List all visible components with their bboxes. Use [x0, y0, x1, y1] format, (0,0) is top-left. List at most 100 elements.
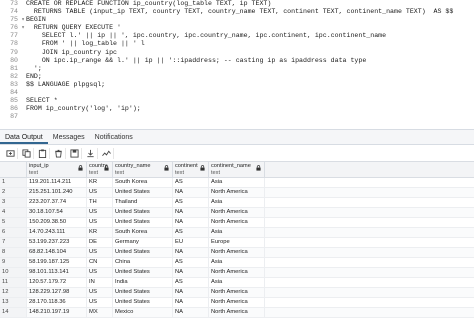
table-row[interactable]: 4 30.18.107.54 US United States NA North Amer…	[0, 208, 474, 218]
column-header-input-ip[interactable]: input_ip text	[27, 162, 87, 177]
code-line[interactable]: 76 ▾ RETURN QUERY EXECUTE '	[0, 24, 474, 32]
table-cell[interactable]: NA	[173, 298, 209, 307]
table-cell[interactable]: AS	[173, 178, 209, 187]
code-line[interactable]: 83 $$ LANGUAGE plpgsql;	[0, 81, 474, 89]
table-cell[interactable]: NA	[173, 188, 209, 197]
table-cell[interactable]: US	[87, 298, 113, 307]
delete-icon[interactable]	[52, 147, 66, 159]
table-cell[interactable]: 30.18.107.54	[27, 208, 87, 217]
table-cell[interactable]: Thailand	[113, 198, 173, 207]
table-cell[interactable]: MX	[87, 308, 113, 317]
code-line[interactable]: 81 ';	[0, 65, 474, 73]
table-cell[interactable]: 223.207.37.74	[27, 198, 87, 207]
table-cell[interactable]: US	[87, 268, 113, 277]
graph-icon[interactable]	[100, 147, 114, 159]
table-cell[interactable]: North America	[209, 188, 265, 197]
add-row-icon[interactable]	[4, 147, 18, 159]
column-header-continent-name[interactable]: continent_name text	[209, 162, 265, 177]
download-icon[interactable]	[84, 147, 98, 159]
table-cell[interactable]: India	[113, 278, 173, 287]
table-row[interactable]: 13 28.170.118.36 US United States NA North Am…	[0, 298, 474, 308]
table-cell[interactable]: 14.70.243.111	[27, 228, 87, 237]
table-cell[interactable]: AS	[173, 278, 209, 287]
table-cell[interactable]: North America	[209, 248, 265, 257]
table-cell[interactable]: NA	[173, 268, 209, 277]
table-cell[interactable]: US	[87, 248, 113, 257]
table-cell[interactable]: 68.82.148.104	[27, 248, 87, 257]
code-line[interactable]: 75 ▾ BEGIN	[0, 16, 474, 24]
table-cell[interactable]: Asia	[209, 278, 265, 287]
table-cell[interactable]: 128.229.127.98	[27, 288, 87, 297]
table-cell[interactable]: North America	[209, 288, 265, 297]
table-cell[interactable]: United States	[113, 218, 173, 227]
table-cell[interactable]: NA	[173, 248, 209, 257]
table-cell[interactable]: US	[87, 208, 113, 217]
fold-toggle-icon[interactable]	[20, 113, 26, 121]
code-line[interactable]: 84	[0, 89, 474, 97]
table-cell[interactable]: CN	[87, 258, 113, 267]
table-cell[interactable]: United States	[113, 268, 173, 277]
table-row[interactable]: 6 14.70.243.111 KR South Korea AS Asia	[0, 228, 474, 238]
table-cell[interactable]: North America	[209, 208, 265, 217]
tab-data-output[interactable]: Data Output	[0, 130, 48, 144]
table-cell[interactable]: KR	[87, 178, 113, 187]
table-cell[interactable]: IN	[87, 278, 113, 287]
table-cell[interactable]: North America	[209, 308, 265, 317]
table-cell[interactable]: 150.209.38.50	[27, 218, 87, 227]
table-cell[interactable]: TH	[87, 198, 113, 207]
code-line[interactable]: 82 END;	[0, 73, 474, 81]
table-cell[interactable]: DE	[87, 238, 113, 247]
table-cell[interactable]: 53.199.237.223	[27, 238, 87, 247]
table-cell[interactable]: 215.251.101.240	[27, 188, 87, 197]
table-cell[interactable]: 98.101.113.141	[27, 268, 87, 277]
table-cell[interactable]: EU	[173, 238, 209, 247]
table-cell[interactable]: 148.210.197.19	[27, 308, 87, 317]
code-line[interactable]: 86 FROM ip_country('log', 'ip');	[0, 105, 474, 113]
column-header-continent[interactable]: continent text	[173, 162, 209, 177]
code-line[interactable]: 73 CREATE OR REPLACE FUNCTION ip_country(…	[0, 0, 474, 8]
code-line[interactable]: 80 ON ipc.ip_range && l.' || ip || '::ip…	[0, 57, 474, 65]
table-cell[interactable]: NA	[173, 308, 209, 317]
table-cell[interactable]: NA	[173, 208, 209, 217]
table-cell[interactable]: South Korea	[113, 228, 173, 237]
table-cell[interactable]: 119.201.114.211	[27, 178, 87, 187]
table-cell[interactable]: AS	[173, 258, 209, 267]
code-line[interactable]: 74 RETURNS TABLE (input_ip TEXT, country…	[0, 8, 474, 16]
table-cell[interactable]: Asia	[209, 198, 265, 207]
table-cell[interactable]: NA	[173, 288, 209, 297]
table-cell[interactable]: North America	[209, 218, 265, 227]
table-row[interactable]: 14 148.210.197.19 MX Mexico NA North America	[0, 308, 474, 318]
table-cell[interactable]: Europe	[209, 238, 265, 247]
table-row[interactable]: 2 215.251.101.240 US United States NA North A…	[0, 188, 474, 198]
code-line[interactable]: 79 JOIN ip_country ipc	[0, 49, 474, 57]
table-cell[interactable]: United States	[113, 188, 173, 197]
table-row[interactable]: 12 128.229.127.98 US United States NA North A…	[0, 288, 474, 298]
table-cell[interactable]: US	[87, 218, 113, 227]
column-header-country[interactable]: country text	[87, 162, 113, 177]
table-cell[interactable]: 120.57.179.72	[27, 278, 87, 287]
table-cell[interactable]: Asia	[209, 258, 265, 267]
table-cell[interactable]: United States	[113, 298, 173, 307]
table-cell[interactable]: 58.199.187.125	[27, 258, 87, 267]
table-cell[interactable]: 28.170.118.36	[27, 298, 87, 307]
table-row[interactable]: 3 223.207.37.74 TH Thailand AS Asia	[0, 198, 474, 208]
copy-icon[interactable]	[20, 147, 34, 159]
code-line[interactable]: 78 FROM ' || log_table || ' l	[0, 40, 474, 48]
table-cell[interactable]: US	[87, 188, 113, 197]
table-cell[interactable]: AS	[173, 228, 209, 237]
code-line[interactable]: 77 SELECT l.' || ip || ', ipc.country, i…	[0, 32, 474, 40]
table-row[interactable]: 10 98.101.113.141 US United States NA North A…	[0, 268, 474, 278]
table-cell[interactable]: NA	[173, 218, 209, 227]
table-cell[interactable]: US	[87, 288, 113, 297]
table-row[interactable]: 1 119.201.114.211 KR South Korea AS Asia	[0, 178, 474, 188]
table-row[interactable]: 9 58.199.187.125 CN China AS Asia	[0, 258, 474, 268]
table-row[interactable]: 8 68.82.148.104 US United States NA North Ame…	[0, 248, 474, 258]
table-cell[interactable]: Asia	[209, 178, 265, 187]
table-cell[interactable]: Asia	[209, 228, 265, 237]
table-cell[interactable]: AS	[173, 198, 209, 207]
table-row[interactable]: 5 150.209.38.50 US United States NA North Ame…	[0, 218, 474, 228]
table-cell[interactable]: China	[113, 258, 173, 267]
table-cell[interactable]: South Korea	[113, 178, 173, 187]
paste-icon[interactable]	[36, 147, 50, 159]
code-line[interactable]: 87	[0, 113, 474, 121]
